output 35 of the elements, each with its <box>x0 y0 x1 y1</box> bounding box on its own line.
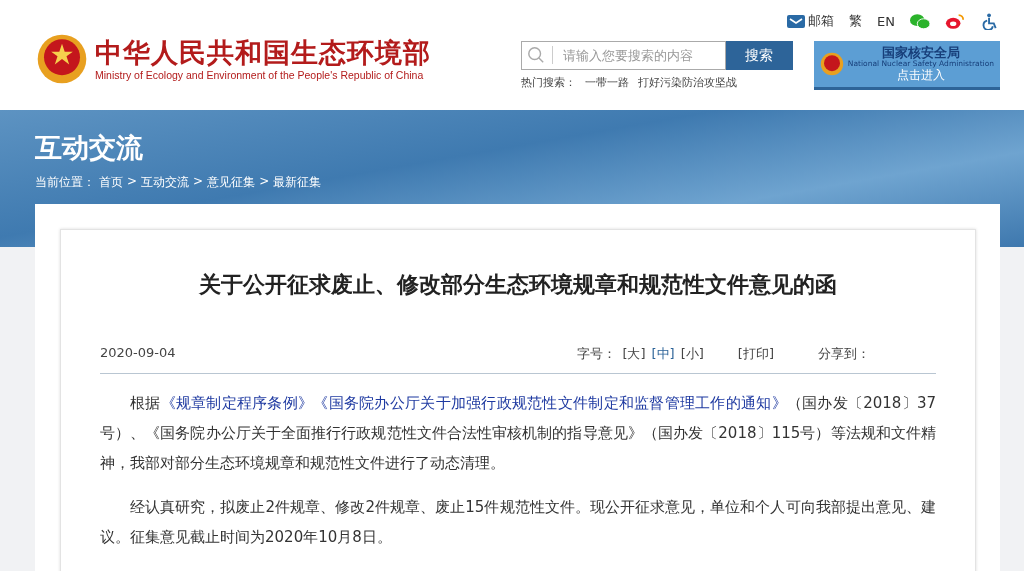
document-link[interactable]: 《规章制定程序条例》 <box>160 394 314 412</box>
article-title: 关于公开征求废止、修改部分生态环境规章和规范性文件意见的函 <box>198 271 838 299</box>
chat-bubbles-icon[interactable] <box>910 12 930 30</box>
search-button[interactable]: 搜索 <box>725 41 793 70</box>
document-link[interactable]: 《国务院办公厅关于加强行政规范性文件制定和监督管理工作的通知》 <box>313 394 787 412</box>
hot-search-link[interactable]: 一带一路 <box>584 75 629 90</box>
article-paragraph: 根据《规章制定程序条例》《国务院办公厅关于加强行政规范性文件制定和监督管理工作的通知》（国办发〔2018〕37号）、《国务院办公厅关于全面推行行政规范性文件合法性审核机制的指导意见》（国办发〔2018〕115号）等法规和文件精神，我部对部分生态环境规章和规范性文件进行了动态清理。 <box>100 393 936 474</box>
font-size-option[interactable]: [中] <box>651 345 675 363</box>
breadcrumb-link[interactable]: 首页 <box>99 174 123 191</box>
search-field[interactable]: 请输入您要搜索的内容 <box>520 41 726 70</box>
hot-search-label: 热门搜索： <box>520 75 576 90</box>
mail-icon <box>787 14 806 28</box>
breadcrumb-link[interactable]: 意见征集 <box>207 174 256 191</box>
article-paragraph: 经认真研究，拟废止2件规章、修改2件规章、废止15件规范性文件。现公开征求意见，单位和个人可向我部提出意见、建议。征集意见截止时间为2020年10月8日。 <box>100 497 936 548</box>
print-link[interactable]: [打印] <box>737 345 774 363</box>
section-title: 互动交流 <box>35 131 144 165</box>
hot-search-link[interactable]: 打好污染防治攻坚战 <box>637 75 737 90</box>
breadcrumb-separator: > <box>193 174 204 190</box>
breadcrumb-separator: > <box>127 174 138 190</box>
article-date: 2020-09-04 <box>100 345 176 362</box>
mail-link[interactable]: 邮箱 <box>787 12 835 30</box>
share-label: 分享到： <box>818 345 870 363</box>
site-subtitle: Ministry of Ecology and Environment of the People's Republic of China <box>95 69 425 81</box>
search-icon <box>526 46 545 64</box>
breadcrumb-label: 当前位置： <box>35 174 95 191</box>
font-size-label: 字号： <box>577 345 617 363</box>
language-link[interactable]: 繁 <box>849 12 863 30</box>
weibo-icon[interactable] <box>945 12 965 30</box>
language-link[interactable]: EN <box>877 13 895 29</box>
font-size-option[interactable]: [大] <box>622 345 646 363</box>
breadcrumb-link[interactable]: 互动交流 <box>141 174 190 191</box>
breadcrumb-separator: > <box>259 174 270 190</box>
breadcrumb-link[interactable]: 最新征集 <box>273 174 322 191</box>
site-title: 中华人民共和国生态环境部 <box>95 37 431 69</box>
font-size-option[interactable]: [小] <box>680 345 704 363</box>
